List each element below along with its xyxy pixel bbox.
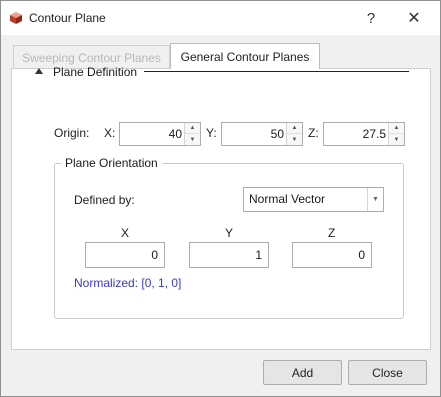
spin-down-icon[interactable]: ▼ — [185, 134, 200, 145]
spin-down-icon[interactable]: ▼ — [287, 134, 302, 145]
origin-label: Origin: — [54, 126, 90, 140]
origin-z-value[interactable]: 27.5 — [363, 123, 386, 145]
origin-x-value[interactable]: 40 — [169, 123, 182, 145]
defined-by-label: Defined by: — [74, 193, 135, 207]
origin-y-value[interactable]: 50 — [271, 123, 284, 145]
chevron-down-icon[interactable]: ▼ — [367, 188, 383, 211]
plane-definition-label: Plane Definition — [53, 65, 138, 79]
spin-up-icon[interactable]: ▲ — [185, 123, 200, 134]
origin-x-spinbox[interactable]: 40 ▲ ▼ — [119, 122, 201, 146]
origin-y-spin-buttons[interactable]: ▲ ▼ — [286, 123, 302, 145]
close-button[interactable]: Close — [348, 360, 427, 385]
help-button[interactable]: ? — [352, 1, 390, 35]
normal-x-field[interactable]: 0 — [85, 242, 165, 268]
origin-z-spin-buttons[interactable]: ▲ ▼ — [388, 123, 404, 145]
normal-y-value[interactable]: 1 — [255, 243, 262, 267]
normal-z-field[interactable]: 0 — [292, 242, 372, 268]
plane-definition-header[interactable]: Plane Definition — [23, 65, 413, 79]
defined-by-value: Normal Vector — [249, 192, 326, 206]
contour-plane-dialog: Contour Plane ? ✕ Sweeping Contour Plane… — [0, 0, 441, 397]
normal-z-value[interactable]: 0 — [358, 243, 365, 267]
origin-x-label: X: — [104, 126, 116, 140]
spin-down-icon[interactable]: ▼ — [389, 134, 404, 145]
spin-up-icon[interactable]: ▲ — [287, 123, 302, 134]
origin-x-spin-buttons[interactable]: ▲ ▼ — [184, 123, 200, 145]
origin-z-spinbox[interactable]: 27.5 ▲ ▼ — [323, 122, 405, 146]
origin-y-spinbox[interactable]: 50 ▲ ▼ — [221, 122, 303, 146]
normalized-readout: Normalized: [0, 1, 0] — [74, 276, 182, 290]
normal-x-value[interactable]: 0 — [151, 243, 158, 267]
title-bar: Contour Plane ? ✕ — [1, 1, 440, 35]
plane-orientation-title: Plane Orientation — [61, 156, 162, 170]
defined-by-dropdown[interactable]: Normal Vector ▼ — [243, 187, 384, 212]
spin-up-icon[interactable]: ▲ — [389, 123, 404, 134]
origin-y-label: Y: — [206, 126, 217, 140]
normal-x-header: X — [121, 226, 130, 240]
section-divider — [144, 71, 409, 72]
close-window-button[interactable]: ✕ — [395, 1, 433, 35]
normal-y-header: Y — [225, 226, 234, 240]
window-title: Contour Plane — [29, 11, 106, 25]
normal-z-header: Z — [328, 226, 336, 240]
collapse-triangle-icon[interactable] — [35, 68, 43, 74]
normal-y-field[interactable]: 1 — [189, 242, 269, 268]
add-button[interactable]: Add — [263, 360, 342, 385]
app-cube-icon — [10, 12, 22, 24]
origin-z-label: Z: — [308, 126, 319, 140]
